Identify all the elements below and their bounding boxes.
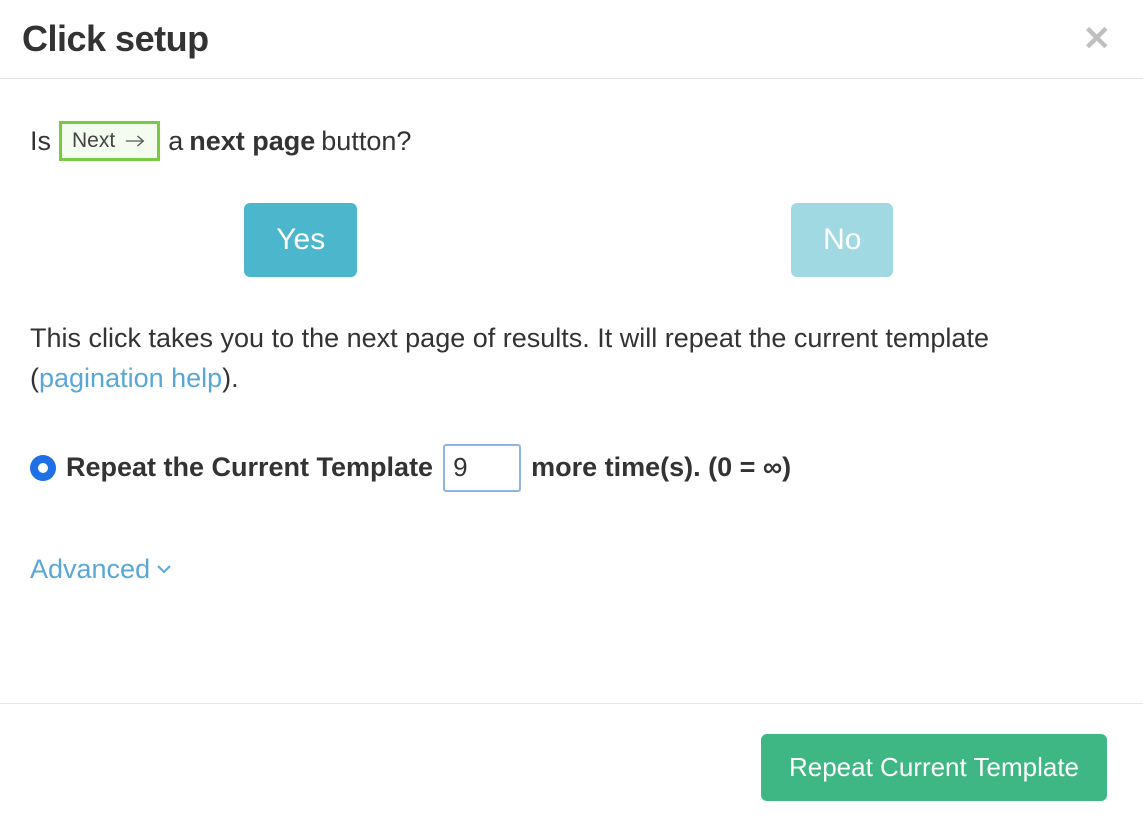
chevron-down-icon <box>156 563 172 575</box>
description: This click takes you to the next page of… <box>30 319 1113 397</box>
question-middle: a <box>168 122 183 161</box>
yes-button[interactable]: Yes <box>244 203 357 277</box>
arrow-right-icon <box>125 134 145 148</box>
repeat-label-after: more time(s). (0 = ∞) <box>531 448 791 487</box>
repeat-count-input[interactable] <box>443 444 521 492</box>
repeat-row: Repeat the Current Template more time(s)… <box>30 444 1113 492</box>
next-pill: Next <box>59 121 160 161</box>
advanced-label: Advanced <box>30 550 150 589</box>
repeat-template-button[interactable]: Repeat Current Template <box>761 734 1107 801</box>
next-pill-label: Next <box>72 126 115 156</box>
question-suffix: button? <box>321 122 411 161</box>
question-emphasis: next page <box>189 122 315 161</box>
repeat-radio[interactable] <box>30 455 56 481</box>
pagination-help-link[interactable]: pagination help <box>39 363 222 393</box>
question-line: Is Next a next page button? <box>30 121 1113 161</box>
click-setup-modal: Click setup ✕ Is Next a next page button… <box>0 0 1143 831</box>
modal-body: Is Next a next page button? Yes No This … <box>0 79 1143 703</box>
question-prefix: Is <box>30 122 51 161</box>
yes-cell: Yes <box>30 203 572 277</box>
yes-no-row: Yes No <box>30 203 1113 277</box>
modal-header: Click setup ✕ <box>0 0 1143 79</box>
modal-title: Click setup <box>22 18 209 60</box>
repeat-label-before: Repeat the Current Template <box>66 448 433 487</box>
no-button[interactable]: No <box>791 203 893 277</box>
modal-footer: Repeat Current Template <box>0 703 1143 831</box>
description-text-after: ). <box>222 363 239 393</box>
no-cell: No <box>572 203 1114 277</box>
close-icon[interactable]: ✕ <box>1075 18 1120 60</box>
advanced-toggle[interactable]: Advanced <box>30 550 172 589</box>
